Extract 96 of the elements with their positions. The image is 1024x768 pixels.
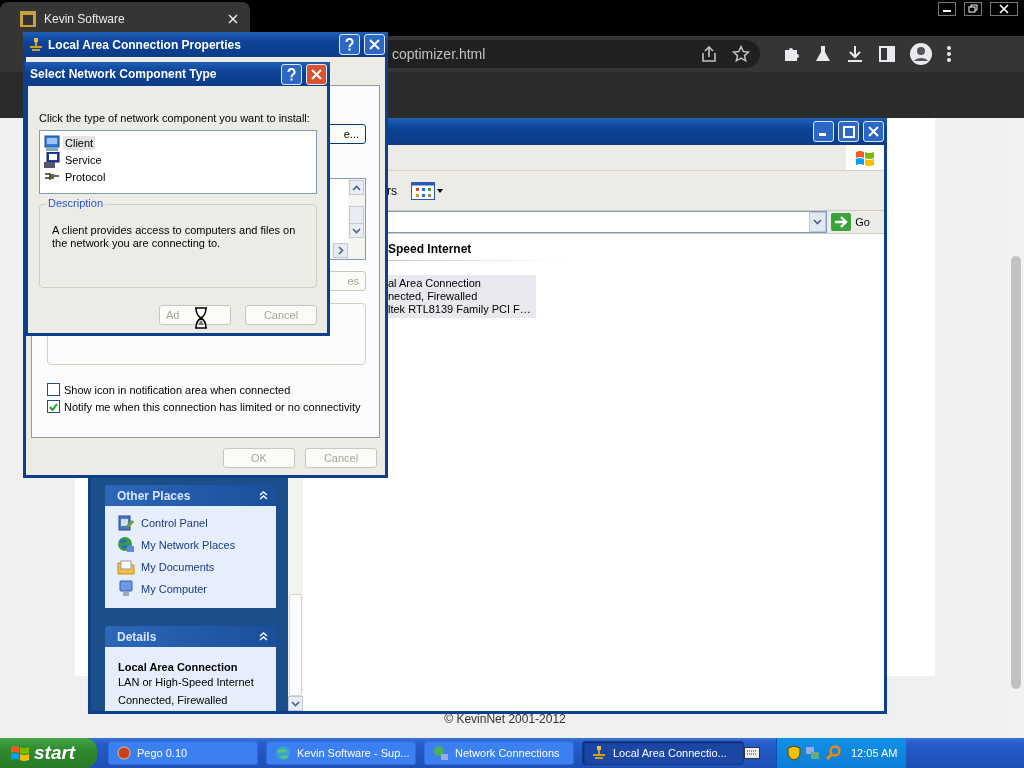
toolbar-label[interactable]: rs (387, 183, 397, 198)
go-button[interactable]: Go (831, 213, 884, 231)
check-icon (49, 402, 58, 411)
connection-line: nected, Firewalled (388, 290, 479, 303)
list-item[interactable]: Service (63, 152, 104, 167)
scroll-right-button[interactable] (333, 243, 348, 258)
checkbox-label: Notify me when this connection has limited or no connectivity (64, 400, 361, 413)
scroll-down-button[interactable] (349, 223, 364, 238)
plug-icon (44, 170, 60, 183)
folder-icon (117, 558, 135, 576)
grid-view-icon (411, 181, 435, 200)
help-button[interactable] (339, 34, 360, 55)
star-icon[interactable] (732, 45, 750, 63)
hourglass-icon (194, 307, 208, 329)
window-title: Local Area Connection Properties (48, 37, 242, 52)
control-panel-icon (117, 514, 135, 532)
close-icon[interactable] (990, 2, 1018, 16)
place-link[interactable]: My Computer (117, 580, 276, 598)
restore-icon[interactable] (964, 2, 982, 16)
taskbar-button[interactable]: Local Area Connectio... (582, 741, 744, 765)
help-button[interactable] (281, 63, 302, 85)
collapse-icon[interactable] (259, 491, 268, 500)
chevron-down-icon (352, 227, 361, 234)
globe-computer-icon (117, 536, 135, 554)
chevron-down-icon (813, 219, 823, 225)
sidebar-icon[interactable] (878, 45, 896, 63)
connection-line: ltek RTL8139 Family PCI F… (388, 303, 532, 316)
prompt-text: Click the type of network component you want to install: (39, 112, 311, 124)
flag-logo-icon (855, 148, 875, 167)
shield-icon[interactable] (787, 745, 801, 761)
chevron-up-icon (352, 184, 361, 191)
connection-line: al Area Connection (388, 277, 482, 290)
flag-logo-icon (10, 744, 30, 762)
minimize-icon[interactable] (938, 2, 956, 16)
taskbar-button[interactable]: Kevin Software - Sup... (266, 741, 416, 765)
panel-header[interactable]: Details (105, 626, 276, 647)
window-title: Select Network Component Type (30, 67, 218, 81)
maximize-icon (842, 125, 855, 138)
views-button[interactable] (411, 181, 443, 200)
chevron-down-icon (291, 700, 300, 707)
dropdown-button[interactable] (809, 212, 827, 232)
close-icon (369, 39, 380, 50)
menu-icon[interactable] (946, 45, 952, 63)
list-item[interactable]: Client (63, 135, 96, 150)
start-button[interactable]: start (0, 738, 97, 768)
url-text: coptimizer.html (392, 46, 487, 62)
close-icon (868, 126, 879, 137)
taskbar-button[interactable]: Network Connections (424, 741, 574, 765)
place-link[interactable]: Control Panel (117, 514, 276, 532)
record-icon (117, 746, 131, 760)
group-title: Description (46, 197, 106, 209)
network-icon (433, 745, 449, 761)
keyboard-icon[interactable] (744, 747, 760, 759)
details-line: LAN or High-Speed Internet (118, 675, 255, 690)
computer-icon (44, 151, 60, 168)
help-icon (345, 38, 354, 51)
close-button[interactable] (306, 63, 327, 85)
chevron-right-icon (337, 246, 344, 255)
checkbox[interactable] (47, 400, 60, 413)
panel-title: Other Places (117, 488, 191, 503)
caret-icon (437, 188, 443, 193)
tab-title: Kevin Software (44, 12, 126, 26)
collapse-icon[interactable] (259, 632, 268, 641)
scroll-up-button[interactable] (349, 180, 364, 195)
panel-header[interactable]: Other Places (105, 485, 276, 506)
panel-title: Details (117, 629, 157, 644)
taskbar-button[interactable]: Pego 0.10 (108, 741, 258, 765)
list-item[interactable]: Protocol (63, 169, 108, 184)
description-text: A client provides access to computers and files on the network you are connecting to. (51, 223, 297, 250)
download-icon[interactable] (846, 45, 864, 63)
computer-icon (44, 134, 60, 151)
computer-icon (117, 580, 135, 598)
close-button[interactable] (863, 121, 884, 142)
place-link[interactable]: My Documents (117, 558, 276, 576)
checkbox-label: Show icon in notification area when connected (64, 383, 291, 396)
network-plug-icon (28, 37, 44, 52)
favicon-icon (20, 11, 36, 27)
scroll-thumb[interactable] (349, 206, 364, 224)
flask-icon[interactable] (814, 45, 832, 63)
help-icon (287, 67, 296, 81)
clock: 12:05 AM (851, 747, 898, 759)
details-line: Connected, Firewalled (118, 693, 229, 708)
arrow-right-icon (831, 213, 852, 231)
avatar-icon[interactable] (910, 43, 932, 65)
checkbox[interactable] (47, 383, 60, 396)
globe-icon (275, 745, 291, 761)
minimize-button[interactable] (813, 121, 834, 142)
details-heading: Local Area Connection (118, 661, 239, 673)
puzzle-icon[interactable] (782, 45, 800, 63)
scroll-down-button[interactable] (288, 696, 303, 711)
maximize-button[interactable] (838, 121, 859, 142)
place-link[interactable]: My Network Places (117, 536, 276, 554)
close-icon (311, 68, 322, 80)
close-button[interactable] (364, 34, 385, 55)
share-icon[interactable] (700, 45, 718, 63)
network-plug-icon (591, 746, 607, 760)
